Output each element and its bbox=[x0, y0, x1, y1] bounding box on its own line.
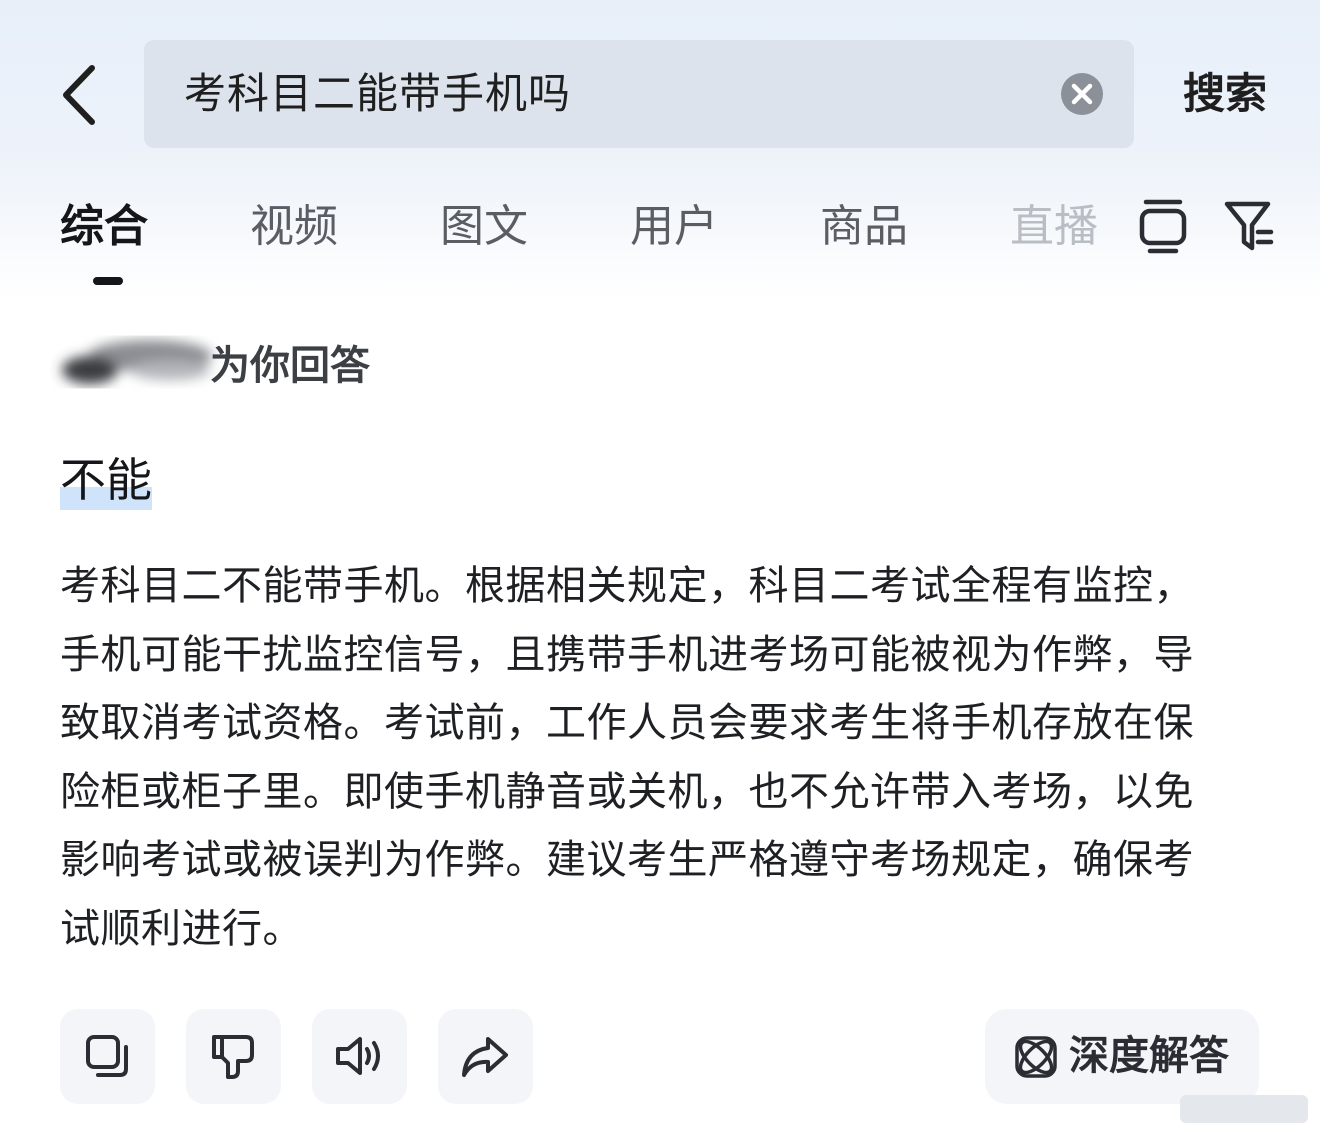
search-button[interactable]: 搜索 bbox=[1183, 64, 1267, 124]
filter-icon bbox=[1224, 201, 1274, 251]
tab-users[interactable]: 用户 bbox=[630, 195, 718, 259]
deep-answer-label: 深度解答 bbox=[1069, 1033, 1229, 1079]
tab-live[interactable]: 直播 bbox=[1010, 195, 1098, 259]
copy-button[interactable] bbox=[60, 1009, 155, 1104]
scroll-indicator bbox=[1180, 1095, 1308, 1123]
layers-icon bbox=[1139, 199, 1187, 254]
clear-circle-icon bbox=[1061, 73, 1103, 115]
read-aloud-button[interactable] bbox=[312, 1009, 407, 1104]
answered-by-label: 为你回答 bbox=[210, 343, 370, 389]
share-button[interactable] bbox=[438, 1009, 533, 1104]
clear-search-button[interactable] bbox=[1060, 72, 1104, 116]
dislike-button[interactable] bbox=[186, 1009, 281, 1104]
tab-image-text[interactable]: 图文 bbox=[440, 195, 528, 259]
atom-icon bbox=[1015, 1036, 1057, 1078]
result-tabs: 综合 视频 图文 用户 商品 直播 bbox=[0, 195, 1320, 295]
answer-verdict: 不能 bbox=[60, 450, 152, 510]
back-button[interactable] bbox=[56, 60, 106, 130]
search-input[interactable]: 考科目二能带手机吗 bbox=[144, 40, 1134, 148]
filter-button[interactable] bbox=[1224, 198, 1274, 256]
tab-video[interactable]: 视频 bbox=[250, 195, 338, 259]
collapse-tabs-button[interactable] bbox=[1138, 198, 1188, 256]
speaker-icon bbox=[336, 1037, 380, 1075]
thumbs-down-icon bbox=[212, 1035, 254, 1079]
tab-comprehensive[interactable]: 综合 bbox=[60, 195, 148, 259]
avatar bbox=[62, 340, 212, 384]
answer-body: 考科目二不能带手机。根据相关规定，科目二考试全程有监控，手机可能干扰监控信号，且… bbox=[60, 563, 1194, 952]
deep-answer-button[interactable]: 深度解答 bbox=[985, 1009, 1259, 1104]
search-query-text: 考科目二能带手机吗 bbox=[184, 69, 572, 118]
tab-products[interactable]: 商品 bbox=[820, 195, 908, 259]
active-tab-indicator bbox=[93, 277, 123, 285]
share-arrow-icon bbox=[462, 1037, 508, 1077]
copy-icon bbox=[86, 1035, 128, 1077]
chevron-left-icon bbox=[63, 65, 95, 125]
